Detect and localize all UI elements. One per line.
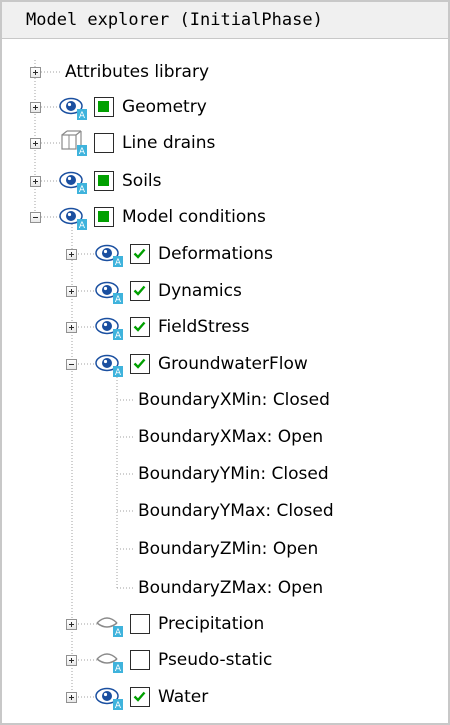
tree-item-label: GroundwaterFlow bbox=[158, 354, 308, 374]
tree-item-label: Attributes library bbox=[65, 62, 210, 82]
tree-item-water[interactable]: A Water bbox=[66, 679, 208, 715]
checkmark-icon bbox=[133, 691, 146, 702]
tree-item-label: Pseudo-static bbox=[158, 650, 273, 670]
tree-item-pseudo-static[interactable]: A Pseudo-static bbox=[66, 642, 272, 678]
tree-item-label: BoundaryXMax: Open bbox=[138, 427, 324, 447]
svg-text:A: A bbox=[115, 331, 122, 341]
visibility-eye-icon[interactable]: A bbox=[94, 683, 124, 711]
expand-plus-icon[interactable] bbox=[66, 618, 77, 630]
tree-item-field-stress[interactable]: A FieldStress bbox=[66, 309, 249, 345]
expand-plus-icon[interactable] bbox=[66, 248, 77, 260]
svg-text:A: A bbox=[115, 701, 122, 711]
tree-item-attributes-library[interactable]: Attributes library bbox=[30, 54, 209, 90]
visibility-eye-icon[interactable]: A bbox=[94, 240, 124, 268]
soils-checkbox[interactable] bbox=[94, 171, 114, 191]
tree-item-model-conditions[interactable]: A Model conditions bbox=[30, 199, 266, 235]
visibility-eye-icon[interactable]: A bbox=[58, 167, 88, 195]
svg-text:A: A bbox=[79, 185, 86, 195]
visibility-eye-icon[interactable]: A bbox=[58, 93, 88, 121]
tree-item-line-drains[interactable]: A Line drains bbox=[30, 125, 215, 161]
expand-plus-icon[interactable] bbox=[30, 137, 41, 149]
tree-item-label: Deformations bbox=[158, 244, 274, 264]
field-stress-checkbox[interactable] bbox=[130, 317, 150, 337]
tree-item-geometry[interactable]: A Geometry bbox=[30, 89, 207, 125]
tree-item-groundwater-flow[interactable]: A GroundwaterFlow bbox=[66, 346, 308, 382]
expand-plus-icon[interactable] bbox=[30, 101, 41, 113]
hidden-eye-icon[interactable]: A bbox=[94, 610, 124, 638]
visibility-eye-icon[interactable]: A bbox=[94, 277, 124, 305]
panel-title: Model explorer (InitialPhase) bbox=[2, 2, 448, 39]
hidden-eye-icon[interactable]: A bbox=[94, 646, 124, 674]
gw-param-boundary-xmax[interactable]: BoundaryXMax: Open bbox=[138, 419, 323, 455]
tree-item-label: BoundaryYMin: Closed bbox=[138, 464, 329, 484]
gw-param-boundary-xmin[interactable]: BoundaryXMin: Closed bbox=[138, 382, 330, 418]
deformations-checkbox[interactable] bbox=[130, 244, 150, 264]
checkmark-icon bbox=[133, 248, 146, 259]
line-drain-geometry-icon[interactable]: A bbox=[58, 129, 88, 157]
svg-text:A: A bbox=[79, 221, 86, 231]
expand-plus-icon[interactable] bbox=[30, 66, 41, 78]
checkmark-icon bbox=[133, 285, 146, 296]
tree-item-label: BoundaryYMax: Closed bbox=[138, 501, 334, 521]
tree-item-soils[interactable]: A Soils bbox=[30, 163, 162, 199]
tree-item-label: BoundaryZMax: Open bbox=[138, 578, 324, 598]
gw-param-boundary-zmax[interactable]: BoundaryZMax: Open bbox=[138, 570, 323, 606]
line-drains-checkbox[interactable] bbox=[94, 133, 114, 153]
svg-text:A: A bbox=[115, 664, 122, 674]
gw-param-boundary-ymin[interactable]: BoundaryYMin: Closed bbox=[138, 456, 329, 492]
expand-plus-icon[interactable] bbox=[66, 654, 77, 666]
pseudo-static-checkbox[interactable] bbox=[130, 650, 150, 670]
geometry-checkbox[interactable] bbox=[94, 97, 114, 117]
svg-text:A: A bbox=[115, 295, 122, 305]
tree-item-precipitation[interactable]: A Precipitation bbox=[66, 606, 264, 642]
tree-item-deformations[interactable]: A Deformations bbox=[66, 236, 273, 272]
model-conditions-checkbox[interactable] bbox=[94, 207, 114, 227]
dynamics-checkbox[interactable] bbox=[130, 281, 150, 301]
model-explorer-tree: Attributes library A Geometry A Line dra… bbox=[2, 40, 448, 723]
tree-item-label: Model conditions bbox=[122, 207, 266, 227]
precipitation-checkbox[interactable] bbox=[130, 614, 150, 634]
expand-plus-icon[interactable] bbox=[66, 691, 77, 703]
tree-item-label: Water bbox=[158, 687, 209, 707]
tree-item-label: BoundaryZMin: Open bbox=[138, 539, 319, 559]
tree-item-label: BoundaryXMin: Closed bbox=[138, 390, 330, 410]
gw-param-boundary-zmin[interactable]: BoundaryZMin: Open bbox=[138, 531, 318, 567]
expand-plus-icon[interactable] bbox=[30, 175, 41, 187]
tree-item-label: Soils bbox=[122, 171, 162, 191]
water-checkbox[interactable] bbox=[130, 687, 150, 707]
expand-plus-icon[interactable] bbox=[66, 285, 77, 297]
model-explorer-panel: Model explorer (InitialPhase) Attributes… bbox=[0, 0, 450, 725]
tree-item-dynamics[interactable]: A Dynamics bbox=[66, 273, 242, 309]
tree-item-label: Dynamics bbox=[158, 281, 242, 301]
svg-text:A: A bbox=[79, 111, 86, 121]
tree-item-label: Geometry bbox=[122, 97, 207, 117]
gw-param-boundary-ymax[interactable]: BoundaryYMax: Closed bbox=[138, 493, 334, 529]
collapse-minus-icon[interactable] bbox=[30, 211, 41, 223]
tree-item-label: Precipitation bbox=[158, 614, 265, 634]
visibility-eye-icon[interactable]: A bbox=[58, 203, 88, 231]
tree-item-label: FieldStress bbox=[158, 317, 250, 337]
expand-plus-icon[interactable] bbox=[66, 321, 77, 333]
collapse-minus-icon[interactable] bbox=[66, 358, 77, 370]
checkmark-icon bbox=[133, 321, 146, 332]
svg-text:A: A bbox=[115, 628, 122, 638]
visibility-eye-icon[interactable]: A bbox=[94, 313, 124, 341]
tree-item-label: Line drains bbox=[122, 133, 216, 153]
svg-text:A: A bbox=[115, 258, 122, 268]
visibility-eye-icon[interactable]: A bbox=[94, 350, 124, 378]
svg-text:A: A bbox=[115, 368, 122, 378]
svg-text:A: A bbox=[79, 147, 86, 157]
checkmark-icon bbox=[133, 358, 146, 369]
groundwater-flow-checkbox[interactable] bbox=[130, 354, 150, 374]
